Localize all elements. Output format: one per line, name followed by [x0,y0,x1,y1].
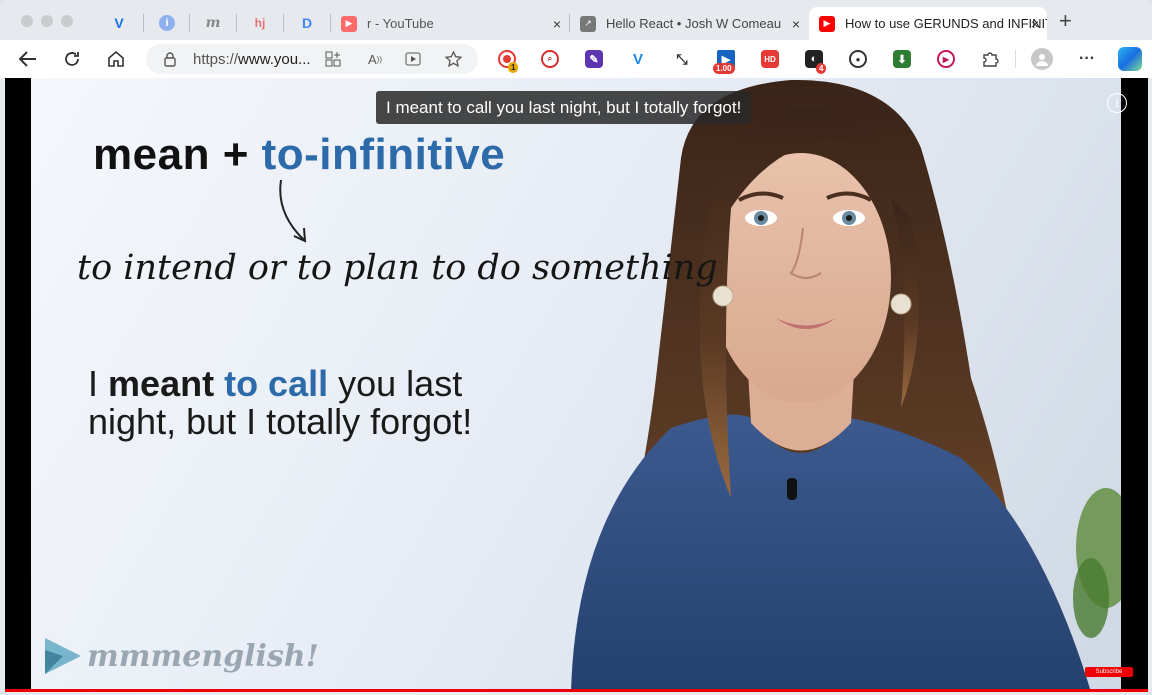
video-frame[interactable]: mean + to-infinitive to intend or to pla… [31,78,1121,692]
tab-gerunds-active[interactable]: ▶ How to use GERUNDS and INFINITIVES × [809,7,1047,40]
tab-youtube[interactable]: ▶ r - YouTube × [331,7,569,40]
tab-divider [236,14,237,32]
definition-text: to intend or to plan to do something [77,248,718,288]
puzzle-extension-icon[interactable] [981,50,999,68]
close-tab-icon[interactable]: × [792,16,800,32]
download-extension-icon[interactable]: ⬇ [893,50,911,68]
record-badge: 1 [508,62,519,73]
arrow-down-icon [279,179,307,243]
back-button[interactable] [17,48,39,70]
copilot-icon[interactable] [1118,47,1142,71]
apps-icon[interactable] [324,50,342,68]
pinned-tab-m[interactable]: m [203,13,223,33]
m-logo-icon: m [205,15,221,31]
home-button[interactable] [105,48,127,70]
tab-title: How to use GERUNDS and INFINITIVES [845,16,1047,31]
toolbar-divider [1015,50,1016,68]
search-extension-icon[interactable]: ⌕ [541,50,559,68]
info-circle-icon: i [159,15,175,31]
hj-logo-icon: hj [254,16,266,30]
hd-extension-icon[interactable]: HD [761,50,779,68]
info-icon[interactable]: i [1107,93,1127,113]
minimize-window-button[interactable] [41,15,53,27]
tab-title: Hello React • Josh W Comeau [606,16,782,31]
tab-title: r - YouTube [367,16,434,31]
close-tab-icon[interactable]: × [1031,16,1039,32]
reload-button[interactable] [61,48,83,70]
example-sentence: I meant to call you last night, but I to… [88,363,473,442]
speed-badge: 1.00 [713,63,735,74]
back-arrow-icon [19,51,36,67]
close-window-button[interactable] [21,15,33,27]
youtube-icon: ▶ [341,15,357,32]
lock-icon[interactable] [161,50,179,68]
closed-caption: I meant to call you last night, but I to… [376,91,752,124]
vee-icon: V [114,15,124,31]
favorite-star-icon[interactable] [444,50,462,68]
pinned-tab-info[interactable]: i [157,13,177,33]
subscribe-watermark[interactable]: Subscribe [1085,667,1133,677]
youtube-icon: ▶ [819,15,835,32]
arrow-out-icon: ↗ [580,15,596,32]
video-player[interactable]: mean + to-infinitive to intend or to pla… [5,78,1148,692]
camera-extension-icon[interactable]: ● [849,50,867,68]
lesson-headline: mean + to-infinitive [93,130,506,179]
video-overlay-icon[interactable] [404,50,422,68]
maximize-window-button[interactable] [61,15,73,27]
toolbar: https://www.you... A)) 1 ⌕ ✎ V ⤡ ▶ 1.00 … [0,40,1152,78]
new-tab-button[interactable]: + [1059,10,1072,32]
d-logo-icon: D [301,15,313,31]
pen-extension-icon[interactable]: ✎ [585,50,603,68]
read-aloud-icon[interactable]: A)) [366,50,384,68]
browser-window: V i m hj D ▶ r - YouTube × ↗ Hello React… [0,0,1152,695]
tab-divider [283,14,284,32]
arrows-extension-icon[interactable]: ⤡ [673,50,691,68]
tab-divider [143,14,144,32]
reload-icon [65,52,79,66]
home-icon [108,50,124,67]
more-menu-icon[interactable]: ··· [1078,50,1096,68]
video-progress-bar[interactable] [5,689,1148,692]
pinned-tab-vee[interactable]: V [109,13,129,33]
mmmenglish-logo: mmmenglish! [43,636,319,676]
v-extension-icon[interactable]: V [629,50,647,68]
dark-badge: 4 [816,63,827,74]
url-text[interactable]: https://www.you... [193,51,311,68]
play-extension-icon[interactable]: ▶ [937,50,955,68]
play-triangle-logo-icon [45,638,81,674]
pinned-tab-hj[interactable]: hj [250,13,270,33]
address-bar[interactable]: https://www.you... A)) [146,44,478,74]
close-tab-icon[interactable]: × [553,16,561,32]
profile-avatar[interactable] [1031,48,1053,70]
tab-hello-react[interactable]: ↗ Hello React • Josh W Comeau × [570,7,808,40]
tab-strip: V i m hj D ▶ r - YouTube × ↗ Hello React… [0,0,1152,44]
pinned-tab-d[interactable]: D [297,13,317,33]
tab-divider [189,14,190,32]
